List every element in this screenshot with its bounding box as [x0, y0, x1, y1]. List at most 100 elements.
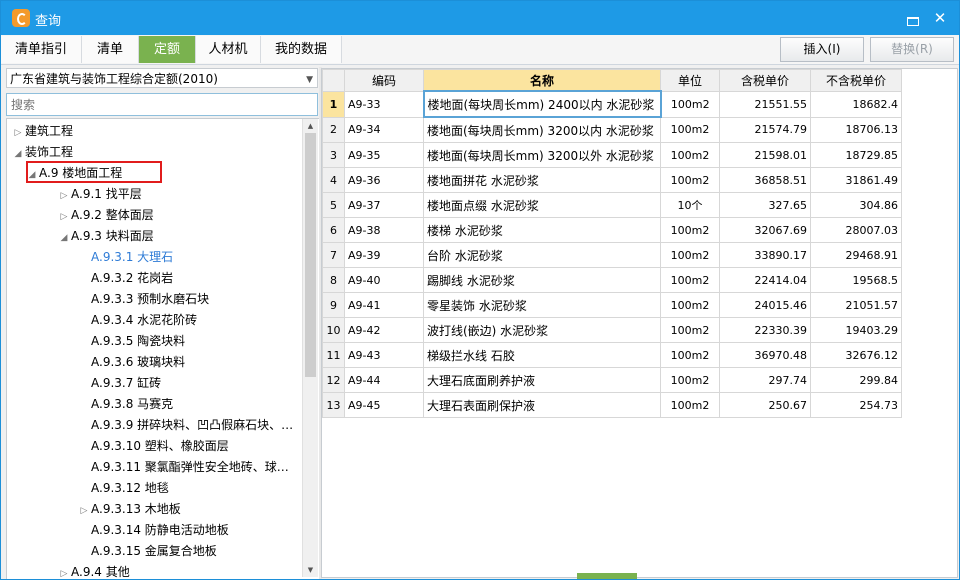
tax-price-cell[interactable]: 22330.39: [719, 317, 811, 343]
table-row[interactable]: 1 A9-33 楼地面(每块周长mm) 2400以内 水泥砂浆 100m2 21551.…: [322, 90, 902, 118]
expand-arrow-icon[interactable]: ▷: [11, 123, 25, 144]
notax-price-cell[interactable]: 29468.91: [810, 242, 902, 268]
tax-price-cell[interactable]: 33890.17: [719, 242, 811, 268]
unit-cell[interactable]: 100m2: [660, 90, 720, 118]
minimize-icon[interactable]: [900, 7, 924, 29]
expand-arrow-icon[interactable]: ▷: [57, 207, 71, 228]
table-row[interactable]: 8 A9-40 踢脚线 水泥砂浆 100m2 22414.04 19568.5: [322, 267, 902, 293]
code-cell[interactable]: A9-41: [344, 292, 424, 318]
table-row[interactable]: 10 A9-42 波打线(嵌边) 水泥砂浆 100m2 22330.39 19403.29: [322, 317, 902, 343]
scroll-down-icon[interactable]: ▼: [303, 563, 318, 577]
row-number-cell[interactable]: 9: [322, 292, 345, 318]
tree-item[interactable]: A.9.3.2 花岗岩: [77, 268, 173, 289]
table-row[interactable]: 11 A9-43 梯级拦水线 石胶 100m2 36970.48 32676.12: [322, 342, 902, 368]
unit-cell[interactable]: 100m2: [660, 167, 720, 193]
tree-item[interactable]: ▷ 建筑工程: [11, 121, 73, 142]
notax-price-cell[interactable]: 19403.29: [810, 317, 902, 343]
code-cell[interactable]: A9-38: [344, 217, 424, 243]
tax-price-cell[interactable]: 327.65: [719, 192, 811, 218]
row-number-cell[interactable]: 6: [322, 217, 345, 243]
tax-price-cell[interactable]: 21574.79: [719, 116, 811, 143]
notax-price-cell[interactable]: 32676.12: [810, 342, 902, 368]
tree-item[interactable]: A.9.3.6 玻璃块料: [77, 352, 185, 373]
unit-cell[interactable]: 10个: [660, 192, 720, 218]
name-cell[interactable]: 楼地面(每块周长mm) 2400以内 水泥砂浆: [422, 90, 662, 118]
code-cell[interactable]: A9-42: [344, 317, 424, 343]
unit-cell[interactable]: 100m2: [660, 217, 720, 243]
unit-cell[interactable]: 100m2: [660, 267, 720, 293]
tree-item[interactable]: A.9.3.15 金属复合地板: [77, 541, 217, 562]
tree-scrollbar[interactable]: ▲ ▼: [302, 119, 318, 577]
tree-item[interactable]: ▷ A.9.1 找平层: [57, 184, 142, 205]
notax-price-cell[interactable]: 18682.4: [810, 90, 902, 118]
name-cell[interactable]: 波打线(嵌边) 水泥砂浆: [423, 317, 661, 343]
tree-item[interactable]: A.9.3.14 防静电活动地板: [77, 520, 229, 541]
tree-item[interactable]: A.9.3.9 拼碎块料、凹凸假麻石块、…: [77, 415, 293, 436]
name-cell[interactable]: 楼地面点缀 水泥砂浆: [423, 192, 661, 218]
collapse-handle[interactable]: [577, 573, 637, 579]
row-number-cell[interactable]: 4: [322, 167, 345, 193]
table-row[interactable]: 13 A9-45 大理石表面刷保护液 100m2 250.67 254.73: [322, 392, 902, 418]
tax-price-cell[interactable]: 24015.46: [719, 292, 811, 318]
scroll-thumb[interactable]: [305, 133, 316, 377]
tax-price-cell[interactable]: 36858.51: [719, 167, 811, 193]
tree-item[interactable]: A.9.3.8 马赛克: [77, 394, 173, 415]
expand-arrow-icon[interactable]: ▷: [57, 564, 71, 579]
name-cell[interactable]: 大理石底面刷养护液: [423, 367, 661, 393]
code-cell[interactable]: A9-35: [344, 142, 424, 168]
row-number-cell[interactable]: 11: [322, 342, 345, 368]
column-header-name[interactable]: 名称: [423, 69, 661, 92]
notax-price-cell[interactable]: 18729.85: [810, 142, 902, 168]
search-input[interactable]: [6, 93, 318, 116]
table-row[interactable]: 7 A9-39 台阶 水泥砂浆 100m2 33890.17 29468.91: [322, 242, 902, 268]
code-cell[interactable]: A9-33: [344, 90, 424, 118]
table-row[interactable]: 3 A9-35 楼地面(每块周长mm) 3200以外 水泥砂浆 100m2 21598.…: [322, 142, 902, 168]
notax-price-cell[interactable]: 31861.49: [810, 167, 902, 193]
row-number-cell[interactable]: 13: [322, 392, 345, 418]
name-cell[interactable]: 楼地面(每块周长mm) 3200以外 水泥砂浆: [423, 142, 661, 168]
tax-price-cell[interactable]: 32067.69: [719, 217, 811, 243]
column-header-tax-price[interactable]: 含税单价: [719, 69, 811, 92]
tree-item[interactable]: A.9.3.10 塑料、橡胶面层: [77, 436, 229, 457]
tree-item[interactable]: A.9.3.5 陶瓷块料: [77, 331, 185, 352]
row-number-cell[interactable]: 1: [322, 90, 345, 118]
row-number-cell[interactable]: 7: [322, 242, 345, 268]
column-header-unit[interactable]: 单位: [660, 69, 720, 92]
quota-library-select[interactable]: 广东省建筑与装饰工程综合定额(2010) ▼: [6, 68, 318, 88]
row-number-cell[interactable]: 3: [322, 142, 345, 168]
expand-arrow-icon[interactable]: ▷: [77, 501, 91, 522]
code-cell[interactable]: A9-44: [344, 367, 424, 393]
collapse-arrow-icon[interactable]: ◢: [57, 228, 71, 249]
tax-price-cell[interactable]: 21551.55: [719, 90, 811, 118]
tree-item[interactable]: ◢ 装饰工程: [11, 142, 73, 163]
tax-price-cell[interactable]: 36970.48: [719, 342, 811, 368]
notax-price-cell[interactable]: 18706.13: [810, 116, 902, 143]
tax-price-cell[interactable]: 22414.04: [719, 267, 811, 293]
insert-button[interactable]: 插入(I): [780, 37, 864, 62]
tree-item[interactable]: A.9.3.3 预制水磨石块: [77, 289, 209, 310]
notax-price-cell[interactable]: 304.86: [810, 192, 902, 218]
tree-item[interactable]: ◢ A.9.3 块料面层: [57, 226, 154, 247]
close-icon[interactable]: ✕: [928, 7, 952, 29]
tree-item[interactable]: A.9.3.11 聚氯酯弹性安全地砖、球…: [77, 457, 289, 478]
notax-price-cell[interactable]: 21051.57: [810, 292, 902, 318]
row-number-cell[interactable]: 10: [322, 317, 345, 343]
code-cell[interactable]: A9-37: [344, 192, 424, 218]
name-cell[interactable]: 楼地面(每块周长mm) 3200以内 水泥砂浆: [423, 116, 661, 143]
name-cell[interactable]: 楼梯 水泥砂浆: [423, 217, 661, 243]
code-cell[interactable]: A9-39: [344, 242, 424, 268]
collapse-arrow-icon[interactable]: ◢: [11, 144, 25, 165]
column-header-notax-price[interactable]: 不含税单价: [810, 69, 902, 92]
tree-item[interactable]: A.9.3.12 地毯: [77, 478, 169, 499]
column-header-code[interactable]: 编码: [344, 69, 424, 92]
table-row[interactable]: 12 A9-44 大理石底面刷养护液 100m2 297.74 299.84: [322, 367, 902, 393]
name-cell[interactable]: 梯级拦水线 石胶: [423, 342, 661, 368]
code-cell[interactable]: A9-34: [344, 116, 424, 143]
code-cell[interactable]: A9-36: [344, 167, 424, 193]
tax-price-cell[interactable]: 21598.01: [719, 142, 811, 168]
tab-quota[interactable]: 定额: [139, 36, 196, 63]
table-row[interactable]: 4 A9-36 楼地面拼花 水泥砂浆 100m2 36858.51 31861.49: [322, 167, 902, 193]
row-number-cell[interactable]: 8: [322, 267, 345, 293]
replace-button[interactable]: 替换(R): [870, 37, 954, 62]
unit-cell[interactable]: 100m2: [660, 116, 720, 143]
